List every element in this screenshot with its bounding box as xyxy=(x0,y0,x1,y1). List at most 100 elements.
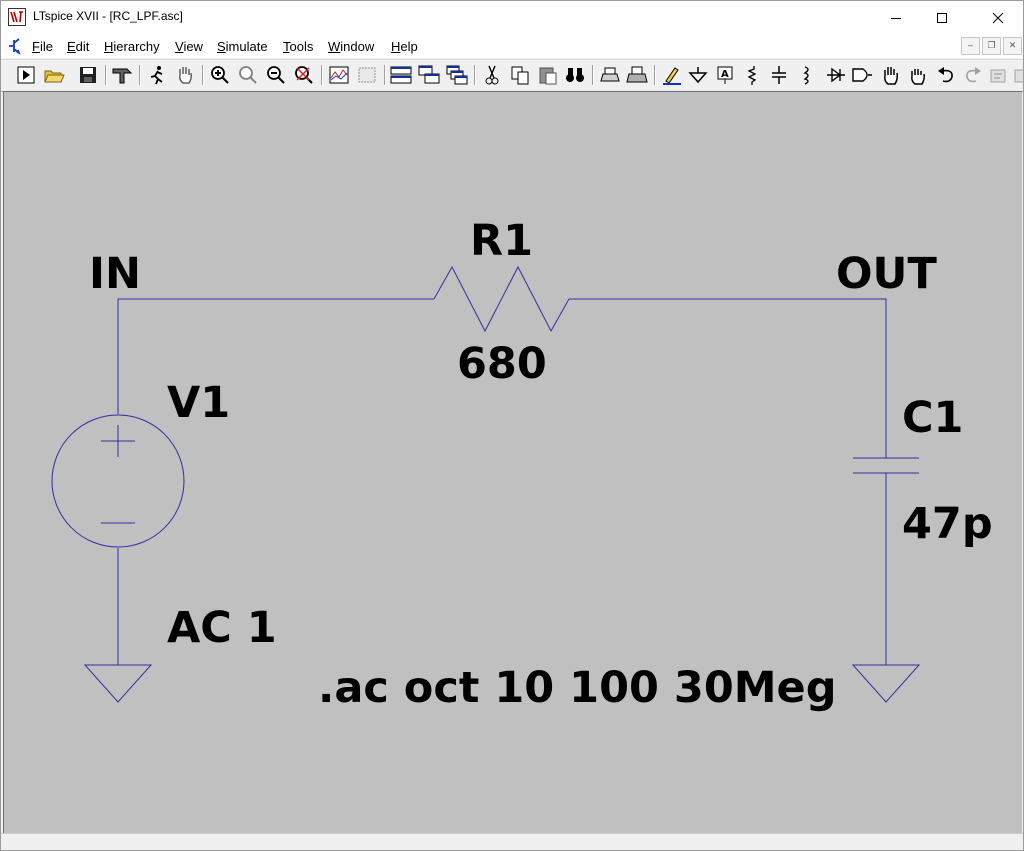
open-button[interactable] xyxy=(43,64,65,86)
maximize-button[interactable] xyxy=(919,1,965,34)
capacitor-button[interactable] xyxy=(768,64,790,86)
spice-directive-button[interactable] xyxy=(1013,64,1023,86)
open-icon xyxy=(44,70,65,83)
waveform-button[interactable] xyxy=(328,64,350,86)
zoom-out-button[interactable] xyxy=(265,64,287,86)
label-net-button[interactable]: A xyxy=(714,64,736,86)
toolbar: A xyxy=(1,59,1023,92)
c1-value-label[interactable]: 47p xyxy=(902,499,993,549)
print-setup-icon xyxy=(600,67,620,82)
paste-button[interactable] xyxy=(537,64,559,86)
ltspice-app-icon xyxy=(8,8,26,26)
minimize-icon xyxy=(891,17,901,19)
menu-file[interactable]: File xyxy=(32,39,53,54)
mdi-restore-button[interactable]: ❐ xyxy=(982,37,1001,55)
drag-icon xyxy=(911,69,925,85)
r1-name-label[interactable]: R1 xyxy=(470,216,533,266)
halt-button[interactable] xyxy=(146,64,168,86)
component-button[interactable] xyxy=(851,64,873,86)
undo-button[interactable] xyxy=(935,64,957,86)
inductor-icon xyxy=(803,66,809,85)
find-button[interactable] xyxy=(564,64,586,86)
control-panel-icon xyxy=(112,68,133,84)
net-label-out[interactable]: OUT xyxy=(836,249,937,299)
r1-value-label[interactable]: 680 xyxy=(457,339,547,389)
resistor-button[interactable] xyxy=(741,64,763,86)
run-icon xyxy=(17,66,35,84)
text-button[interactable] xyxy=(989,64,1011,86)
v1-name-label[interactable]: V1 xyxy=(167,378,230,428)
tile-vertical-button[interactable] xyxy=(418,64,440,86)
spice-directive-ac[interactable]: .ac oct 10 100 30Meg xyxy=(318,663,836,713)
ground-right-icon[interactable] xyxy=(851,664,921,703)
minimize-button[interactable] xyxy=(873,1,919,34)
resistor-r1-symbol[interactable] xyxy=(433,265,570,333)
resistor-icon xyxy=(747,66,757,85)
diode-button[interactable] xyxy=(825,64,847,86)
v1-value-label[interactable]: AC 1 xyxy=(167,603,277,653)
pan-button[interactable] xyxy=(174,64,196,86)
c1-name-label[interactable]: C1 xyxy=(902,393,963,443)
tile-horizontal-button[interactable] xyxy=(390,64,412,86)
cut-icon xyxy=(485,65,499,85)
capacitor-c1-symbol[interactable] xyxy=(853,457,919,474)
mdi-minimize-button[interactable]: – xyxy=(961,37,980,55)
zoom-area-icon xyxy=(239,66,257,84)
drag-button[interactable] xyxy=(907,64,929,86)
print-setup-button[interactable] xyxy=(599,64,621,86)
status-bar xyxy=(1,833,1023,850)
copy-icon xyxy=(511,66,529,85)
menu-window[interactable]: Window xyxy=(328,39,374,54)
schematic-canvas[interactable]: IN R1 680 OUT V1 C1 47p AC 1 .ac oct 10 … xyxy=(3,91,1022,833)
menu-hierarchy[interactable]: Hierarchy xyxy=(104,39,160,54)
print-icon xyxy=(626,66,648,83)
find-icon xyxy=(566,68,584,82)
mdi-close-button[interactable]: ✕ xyxy=(1003,37,1022,55)
schematic-doc-icon[interactable] xyxy=(5,37,23,55)
zoom-out-icon xyxy=(267,66,285,84)
ground-button[interactable] xyxy=(687,64,709,86)
control-panel-button[interactable] xyxy=(111,64,133,86)
ground-left-icon[interactable] xyxy=(83,664,153,703)
cascade-button[interactable] xyxy=(446,64,468,86)
copy-button[interactable] xyxy=(509,64,531,86)
redo-button[interactable] xyxy=(962,64,984,86)
wire-button[interactable] xyxy=(661,64,683,86)
close-button[interactable] xyxy=(975,1,1021,34)
zoom-fit-button[interactable] xyxy=(293,64,315,86)
print-button[interactable] xyxy=(626,64,648,86)
capacitor-icon xyxy=(772,66,786,84)
tile-horizontal-icon xyxy=(390,66,412,84)
net-label-in[interactable]: IN xyxy=(89,249,141,299)
cut-button[interactable] xyxy=(481,64,503,86)
window-title: LTspice XVII - [RC_LPF.asc] xyxy=(33,9,183,23)
move-button[interactable] xyxy=(880,64,902,86)
cascade-icon xyxy=(446,65,468,85)
paste-icon xyxy=(539,67,557,85)
undo-icon xyxy=(938,67,953,83)
inductor-button[interactable] xyxy=(796,64,818,86)
zoom-area-button[interactable] xyxy=(237,64,259,86)
zoom-in-button[interactable] xyxy=(209,64,231,86)
wire-icon xyxy=(663,67,681,85)
waveform-autorange-button[interactable] xyxy=(356,64,378,86)
save-button[interactable] xyxy=(77,64,99,86)
save-icon xyxy=(80,67,96,83)
zoom-fit-icon xyxy=(295,66,313,84)
label-icon: A xyxy=(717,66,733,84)
menu-view[interactable]: View xyxy=(175,39,203,54)
menu-tools[interactable]: Tools xyxy=(283,39,313,54)
menu-help[interactable]: Help xyxy=(391,39,418,54)
svg-text:A: A xyxy=(721,69,729,80)
component-icon xyxy=(852,68,872,82)
wire-out-top[interactable] xyxy=(569,298,887,458)
schematic-drawing[interactable]: IN R1 680 OUT V1 C1 47p AC 1 .ac oct 10 … xyxy=(4,92,1022,833)
ground-icon xyxy=(688,67,708,84)
diode-icon xyxy=(827,67,845,83)
spice-directive-icon xyxy=(1014,69,1023,83)
halt-icon xyxy=(150,66,163,85)
run-button[interactable] xyxy=(15,64,37,86)
tile-vertical-icon xyxy=(418,65,440,84)
menu-simulate[interactable]: Simulate xyxy=(217,39,268,54)
menu-edit[interactable]: Edit xyxy=(67,39,89,54)
